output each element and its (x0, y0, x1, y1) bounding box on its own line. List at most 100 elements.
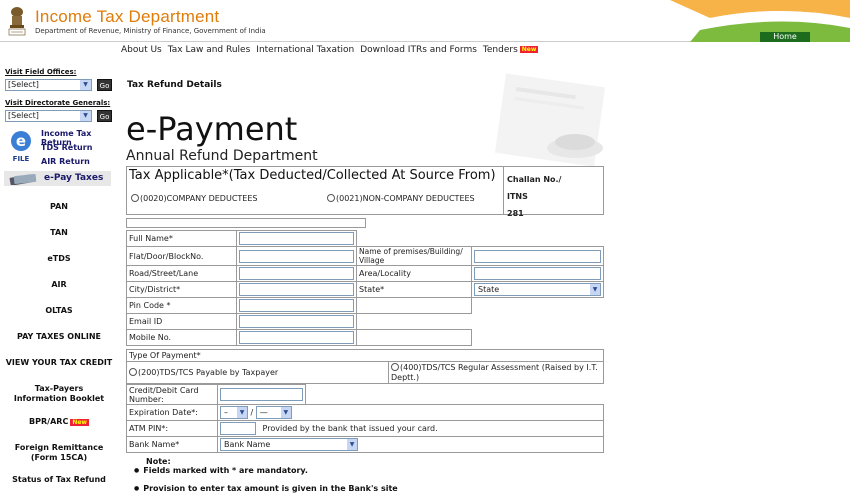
nav-taxpayers-booklet[interactable]: Tax-Payers Information Booklet (0, 384, 118, 404)
atm-pin-note: Provided by the bank that issued your ca… (262, 424, 438, 433)
section-heading: Tax Refund Details (127, 80, 222, 90)
challan-line-3: 281 (507, 209, 524, 218)
label-email: Email ID (126, 313, 237, 330)
site-title[interactable]: Income Tax Department (35, 7, 219, 27)
note-item: Fields marked with * are mandatory. (134, 466, 398, 475)
payment-type-table: Type Of Payment* (200)TDS/TCS Payable by… (126, 349, 604, 384)
link-air-return[interactable]: AIR Return (41, 157, 90, 166)
email-cell (236, 313, 357, 330)
chevron-down-icon: ▼ (280, 407, 291, 418)
chevron-down-icon: ▼ (590, 284, 600, 295)
bank-name-select[interactable]: Bank Name ▼ (220, 438, 358, 451)
pin-cell (236, 297, 357, 314)
option-company[interactable]: (0020)COMPANY DEDUCTEES (131, 194, 257, 203)
atm-pin-cell: Provided by the bank that issued your ca… (217, 420, 604, 437)
mobile-cell (236, 329, 357, 346)
label-atm-pin: ATM PIN*: (126, 420, 218, 437)
card-number-input[interactable] (220, 388, 303, 401)
empty-cell (357, 314, 472, 330)
card-details-table: Credit/Debit Card Number: Expiration Dat… (126, 384, 604, 453)
national-emblem-icon (8, 7, 26, 36)
city-input[interactable] (239, 283, 354, 296)
nav-bpr-arc[interactable]: BPR/ARC New (0, 417, 118, 426)
option-400[interactable]: (400)TDS/TCS Regular Assessment (Raised … (388, 361, 604, 384)
expiration-cell: – ▼ / — ▼ (217, 404, 604, 421)
state-select-value: State (478, 285, 500, 294)
menu-tenders[interactable]: Tenders New (480, 43, 542, 57)
spacer-bar (126, 218, 366, 228)
menu-about-us[interactable]: About Us (118, 43, 165, 57)
directorate-select[interactable]: [Select] ▼ (5, 110, 92, 122)
link-tds-return[interactable]: TDS Return (41, 143, 92, 152)
state-cell: State ▼ (471, 281, 604, 298)
radio-200[interactable] (129, 368, 137, 376)
nav-etds[interactable]: eTDS (0, 254, 118, 263)
road-input[interactable] (239, 267, 354, 280)
empty-cell (472, 314, 604, 330)
page-subtitle: Annual Refund Department (126, 148, 318, 164)
svg-text:e: e (16, 132, 26, 150)
nav-status-tax-refund[interactable]: Status of Tax Refund (0, 475, 118, 484)
sidebar: Visit Field Offices: [Select] ▼ Go Visit… (0, 62, 118, 497)
area-input[interactable] (474, 267, 601, 280)
epay-taxes-row[interactable]: e-Pay Taxes (4, 171, 111, 186)
menu-tax-law[interactable]: Tax Law and Rules (165, 43, 254, 57)
label-bank-name: Bank Name* (126, 436, 218, 453)
menu-international-taxation[interactable]: International Taxation (253, 43, 357, 57)
radio-company[interactable] (131, 194, 139, 202)
tax-applicable-box: Tax Applicable*(Tax Deducted/Collected A… (126, 166, 604, 218)
label-payment-type: Type Of Payment* (126, 349, 604, 362)
field-offices-value: [Select] (8, 80, 39, 89)
exp-year-value: — (259, 408, 268, 417)
label-card-number: Credit/Debit Card Number: (126, 384, 218, 405)
area-cell (471, 265, 604, 282)
label-mobile: Mobile No. (126, 329, 237, 346)
empty-cell (472, 298, 604, 314)
field-offices-select[interactable]: [Select] ▼ (5, 79, 92, 91)
option-noncompany[interactable]: (0021)NON-COMPANY DEDUCTEES (327, 194, 475, 203)
exp-year-select[interactable]: — ▼ (255, 406, 292, 419)
option-200-label: (200)TDS/TCS Payable by Taxpayer (138, 368, 279, 377)
mobile-input[interactable] (239, 331, 354, 344)
tax-applicable-label: Tax Applicable*(Tax Deducted/Collected A… (129, 168, 496, 183)
exp-separator: / (250, 408, 254, 417)
atm-pin-input[interactable] (220, 422, 256, 435)
card-number-cell (217, 384, 306, 405)
empty-cell (472, 330, 604, 346)
page-title: e-Payment (126, 110, 298, 148)
option-company-label: (0020)COMPANY DEDUCTEES (140, 194, 258, 203)
nav-pan[interactable]: PAN (0, 202, 118, 211)
email-input[interactable] (239, 315, 354, 328)
nav-bpr-arc-label[interactable]: BPR/ARC (29, 417, 68, 426)
main-content: Tax Refund Details e-Payment Annual Refu… (120, 60, 850, 497)
nav-air[interactable]: AIR (0, 280, 118, 289)
radio-400[interactable] (391, 362, 399, 371)
nav-oltas[interactable]: OLTAS (0, 306, 118, 315)
directorate-go-button[interactable]: Go (97, 110, 112, 122)
label-area: Area/Locality (356, 265, 472, 282)
full-name-cell (236, 230, 357, 247)
radio-noncompany[interactable] (327, 194, 335, 202)
field-offices-label: Visit Field Offices: (5, 68, 77, 76)
nav-view-tax-credit[interactable]: VIEW YOUR TAX CREDIT (0, 358, 118, 367)
menu-download-itrs[interactable]: Download ITRs and Forms (357, 43, 480, 57)
option-noncompany-label: (0021)NON-COMPANY DEDUCTEES (336, 194, 475, 203)
exp-month-select[interactable]: – ▼ (220, 406, 248, 419)
full-name-input[interactable] (239, 232, 354, 245)
efile-icon-text: FILE (13, 155, 30, 163)
menu-tenders-label[interactable]: Tenders (483, 45, 518, 55)
epay-taxes-label[interactable]: e-Pay Taxes (44, 173, 103, 183)
site-subtitle: Department of Revenue, Ministry of Finan… (35, 27, 266, 35)
nav-tan[interactable]: TAN (0, 228, 118, 237)
flat-cell (236, 246, 357, 266)
nav-foreign-remittance[interactable]: Foreign Remittance (Form 15CA) (0, 443, 118, 463)
flat-input[interactable] (239, 249, 354, 263)
nav-pay-taxes-online[interactable]: PAY TAXES ONLINE (0, 332, 118, 341)
pin-input[interactable] (239, 299, 354, 312)
state-select[interactable]: State ▼ (474, 283, 601, 296)
option-200[interactable]: (200)TDS/TCS Payable by Taxpayer (126, 361, 389, 384)
premises-input[interactable] (474, 249, 601, 263)
field-offices-go-button[interactable]: Go (97, 79, 112, 91)
efile-icon[interactable]: e FILE (8, 130, 34, 164)
home-button[interactable]: Home (760, 32, 810, 42)
